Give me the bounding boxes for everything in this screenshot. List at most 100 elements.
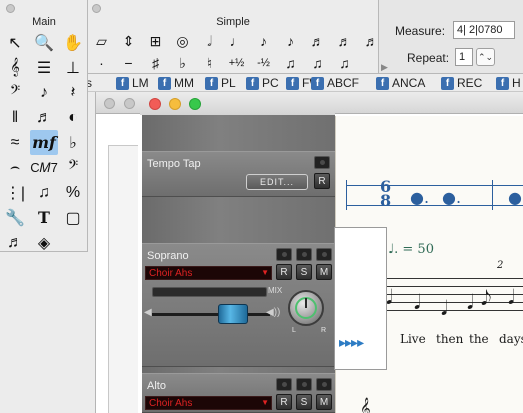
- instrument-select[interactable]: Choir Ahs: [145, 266, 272, 280]
- solo-button[interactable]: S: [296, 264, 312, 280]
- time-signature-tool-icon[interactable]: ⊥: [59, 55, 87, 80]
- measure-label: Measure:: [395, 24, 446, 38]
- measure-field[interactable]: 4| 2|0780: [453, 21, 515, 39]
- eighth-note-icon[interactable]: ♪: [250, 30, 277, 52]
- lyric-syllable[interactable]: the: [469, 332, 489, 346]
- solo-button[interactable]: S: [296, 394, 312, 410]
- beam-join-icon[interactable]: ♫: [277, 52, 304, 74]
- tag-item[interactable]: f ANCA: [376, 76, 425, 90]
- clef-tool-icon[interactable]: 𝄢: [1, 80, 29, 105]
- instrument-select[interactable]: Choir Ahs: [145, 396, 272, 410]
- flat-icon[interactable]: ♭: [169, 52, 196, 74]
- flip-stem-icon[interactable]: ⇕: [115, 30, 142, 52]
- mute-button[interactable]: M: [316, 264, 332, 280]
- tag-item[interactable]: f LM: [116, 76, 149, 90]
- record-button[interactable]: R: [276, 264, 292, 280]
- main-palette: Main ↖ 🔍 ✋ 𝄞 ☰ ⊥ 𝄢 ♪ 𝄽 ‖ ♬ ◐ ≈ mf ♭ ⌢ C𝑀…: [0, 0, 88, 252]
- tag-item[interactable]: f PC: [246, 76, 279, 90]
- tag-item[interactable]: f PL: [205, 76, 236, 90]
- zoom-tool-icon[interactable]: 🔍: [30, 30, 58, 55]
- lyrics-tool-icon[interactable]: ♬: [1, 230, 29, 255]
- tag-item[interactable]: fH: [496, 76, 521, 90]
- beam-tool-icon[interactable]: ⊞: [142, 30, 169, 52]
- half-note-icon[interactable]: 𝅗𝅥: [196, 30, 223, 52]
- mixer-titlebar: [140, 92, 335, 115]
- pan-knob[interactable]: [288, 290, 324, 326]
- close-icon[interactable]: [104, 98, 115, 109]
- natural-icon[interactable]: ♮: [196, 52, 223, 74]
- sixteenth-note-icon[interactable]: ♪: [277, 30, 304, 52]
- bass-tool-icon[interactable]: 𝄢: [59, 155, 87, 180]
- key-signature-tool-icon[interactable]: ☰: [30, 55, 58, 80]
- note-head[interactable]: 𝅘𝅥𝅮: [481, 286, 491, 310]
- mixer-expand-tab[interactable]: ▸▸▸▸: [334, 227, 387, 370]
- volume-slider-thumb[interactable]: [218, 304, 248, 324]
- close-icon[interactable]: [149, 98, 161, 110]
- note-tool-icon[interactable]: ♪: [30, 80, 58, 105]
- beam-break-icon[interactable]: ♫: [304, 52, 331, 74]
- minimize-icon[interactable]: [169, 98, 181, 110]
- graphics-tool-icon[interactable]: ◈: [30, 230, 58, 255]
- hairpin-tool-icon[interactable]: ≈: [1, 130, 29, 155]
- record-button[interactable]: R: [276, 394, 292, 410]
- record-button[interactable]: R: [314, 173, 330, 189]
- tag-item[interactable]: f MM: [158, 76, 194, 90]
- selection-tool-icon[interactable]: ↖: [1, 30, 29, 55]
- eraser-tool-icon[interactable]: ▱: [88, 30, 115, 52]
- repeat-field[interactable]: 1: [455, 48, 473, 66]
- repeat-tool-icon[interactable]: ⋮|: [1, 180, 29, 205]
- beam-extend-icon[interactable]: ♫: [331, 52, 358, 74]
- edit-button[interactable]: EDIT...: [246, 174, 308, 190]
- close-icon[interactable]: [6, 4, 15, 13]
- led-indicator: [276, 378, 292, 391]
- measure-tool-icon[interactable]: ‖: [1, 105, 29, 130]
- page-layout-tool-icon[interactable]: ▢: [59, 205, 87, 230]
- tie-tool-icon[interactable]: ⌢: [1, 155, 29, 180]
- note-head[interactable]: ●.: [508, 188, 523, 207]
- note-head[interactable]: 𝅘𝅥: [467, 290, 473, 314]
- lyric-syllable[interactable]: Live: [400, 332, 426, 346]
- expression-tool-icon[interactable]: mf: [30, 130, 58, 155]
- thirty-second-note-icon[interactable]: ♬: [304, 30, 331, 52]
- play-icon[interactable]: ▶: [381, 62, 388, 73]
- note-head[interactable]: ●.: [442, 188, 461, 207]
- flag-icon: f: [496, 76, 509, 90]
- palette-title: Main: [0, 0, 88, 28]
- articulation-tool-icon[interactable]: ♭: [59, 130, 87, 155]
- quarter-note-icon[interactable]: ♩: [223, 30, 250, 52]
- tag-item[interactable]: f ABCF: [311, 76, 359, 90]
- expand-arrows-icon[interactable]: ▸▸▸▸: [339, 334, 364, 351]
- hand-tool-icon[interactable]: ✋: [59, 30, 87, 55]
- sixty-fourth-note-icon[interactable]: ♬: [331, 30, 358, 52]
- note-head[interactable]: 𝅘𝅥: [414, 290, 420, 314]
- staff-tool-icon[interactable]: 𝄞: [1, 55, 29, 80]
- mute-button[interactable]: M: [316, 394, 332, 410]
- tuplet-tool-icon[interactable]: ♬: [30, 105, 58, 130]
- rest-tool-icon[interactable]: 𝄽: [59, 80, 87, 105]
- percent-tool-icon[interactable]: %: [59, 180, 87, 205]
- note-head[interactable]: ●.: [410, 188, 429, 207]
- half-step-up-icon[interactable]: +½: [223, 52, 250, 74]
- half-step-down-icon[interactable]: -½: [250, 52, 277, 74]
- dot-tool-icon[interactable]: ·: [88, 52, 115, 74]
- lyric-syllable[interactable]: days: [499, 332, 523, 346]
- lyric-syllable[interactable]: then: [436, 332, 463, 346]
- note-head[interactable]: 𝅘𝅥: [508, 285, 514, 309]
- special-tools-icon[interactable]: 🔧: [1, 205, 29, 230]
- midi-tool-icon[interactable]: ◐: [59, 105, 87, 130]
- zoom-icon[interactable]: [189, 98, 201, 110]
- main-tool-grid: ↖ 🔍 ✋ 𝄞 ☰ ⊥ 𝄢 ♪ 𝄽 ‖ ♬ ◐ ≈ mf ♭ ⌢ C𝑀7 𝄢 ⋮…: [1, 30, 87, 255]
- tie-tool-icon[interactable]: −: [115, 52, 142, 74]
- note-head[interactable]: 𝅘𝅥: [441, 296, 447, 320]
- whole-note-icon[interactable]: ◎: [169, 30, 196, 52]
- text-tool-icon[interactable]: T: [30, 205, 58, 230]
- repeat-label: Repeat:: [407, 51, 450, 65]
- repeat-stepper[interactable]: ⌃⌄: [476, 48, 495, 66]
- mirror-tool-icon[interactable]: ♫: [30, 180, 58, 205]
- volume-slider-track[interactable]: [152, 313, 270, 316]
- tag-item[interactable]: f REC: [441, 76, 482, 90]
- chord-tool-icon[interactable]: C𝑀7: [30, 155, 58, 180]
- sharp-icon[interactable]: ♯: [142, 52, 169, 74]
- close-icon[interactable]: [92, 4, 101, 13]
- minimize-icon[interactable]: [124, 98, 135, 109]
